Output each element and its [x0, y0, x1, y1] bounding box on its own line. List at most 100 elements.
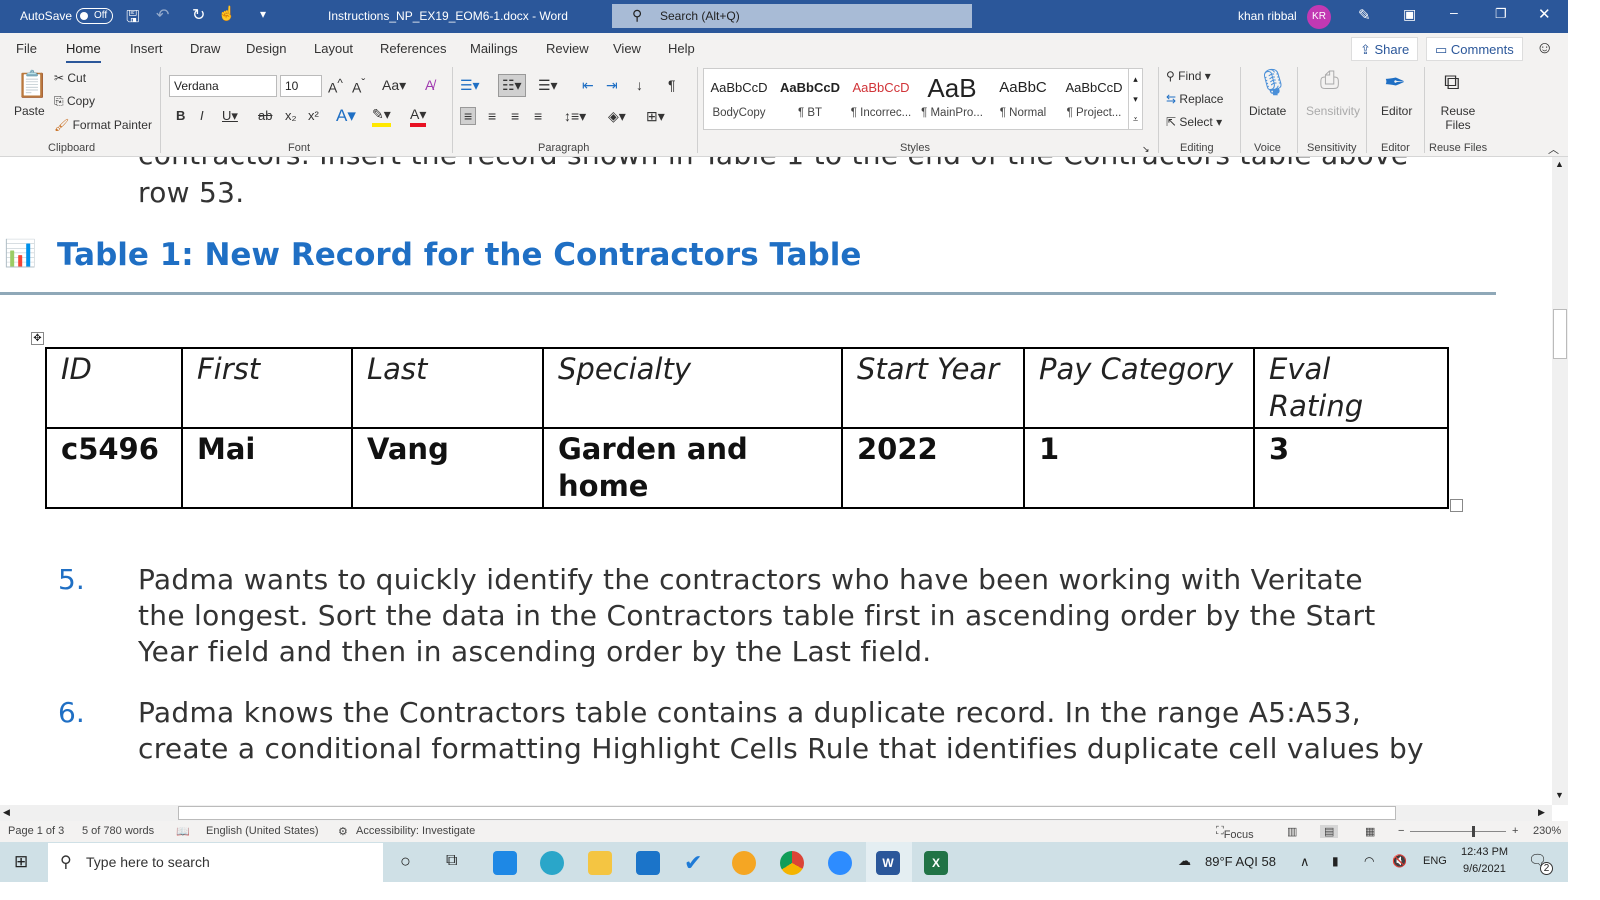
vertical-scrollbar[interactable]: ▲ ▼	[1552, 157, 1568, 805]
zoom-out-icon[interactable]: −	[1398, 825, 1404, 837]
grow-font-icon[interactable]: A^	[328, 77, 343, 96]
tab-layout[interactable]: Layout	[314, 41, 353, 56]
style-bodycopy[interactable]: AaBbCcD BodyCopy	[704, 73, 774, 119]
input-language[interactable]: ENG	[1423, 855, 1447, 867]
bullets-icon[interactable]: ☰▾	[460, 77, 480, 94]
multilevel-list-icon[interactable]: ☰▾	[538, 77, 558, 94]
todo-icon[interactable]: ✔	[684, 851, 708, 875]
dictate-button[interactable]: Dictate	[1249, 104, 1286, 118]
page-count[interactable]: Page 1 of 3	[8, 825, 64, 837]
find-button[interactable]: ⚲ Find ▾	[1166, 69, 1211, 83]
wifi-icon[interactable]: ◠	[1364, 854, 1374, 868]
align-right-icon[interactable]: ≡	[511, 108, 519, 124]
numbering-icon[interactable]: ☷▾	[498, 74, 526, 97]
app-icon[interactable]	[732, 851, 756, 875]
text-effects-icon[interactable]: A▾	[336, 106, 356, 126]
table-cell[interactable]: 2022	[841, 427, 1025, 509]
scroll-left-icon[interactable]: ◀	[3, 807, 10, 818]
decrease-indent-icon[interactable]: ⇤	[582, 77, 594, 94]
style-project[interactable]: AaBbCcD ¶ Project...	[1059, 73, 1129, 119]
autosave-toggle[interactable]: Off	[76, 8, 113, 24]
bold-icon[interactable]: B	[176, 108, 185, 123]
reuse-files-icon[interactable]: ⧉	[1444, 69, 1460, 95]
tab-review[interactable]: Review	[546, 41, 589, 56]
zoom-level[interactable]: 230%	[1533, 825, 1561, 837]
excel-icon[interactable]: X	[924, 851, 948, 875]
font-name-select[interactable]: Verdana	[169, 75, 277, 97]
weather-text[interactable]: 89°F AQI 58	[1205, 854, 1276, 869]
mail-icon[interactable]	[636, 851, 660, 875]
search-box[interactable]: ⚲ Search (Alt+Q)	[612, 4, 972, 28]
copy-button[interactable]: ⎘ Copy	[54, 94, 95, 109]
word-icon[interactable]: W	[876, 851, 900, 875]
share-button[interactable]: ⇪ Share	[1351, 37, 1419, 61]
taskbar-search[interactable]: ⚲ Type here to search	[48, 843, 383, 882]
table-cell[interactable]: c5496	[45, 427, 183, 509]
proofing-icon[interactable]: 📖	[176, 825, 190, 838]
show-hidden-icons[interactable]: ∧	[1300, 854, 1310, 870]
volume-icon[interactable]: 🔇	[1392, 854, 1407, 868]
zoom-slider-thumb[interactable]	[1472, 826, 1475, 837]
borders-icon[interactable]: ⊞▾	[646, 108, 665, 125]
windows-start-icon[interactable]: ⊞	[14, 852, 28, 872]
close-icon[interactable]: ✕	[1538, 5, 1551, 23]
print-layout-icon[interactable]: ▤	[1320, 825, 1339, 838]
style-normal[interactable]: AaBbC ¶ Normal	[988, 73, 1058, 119]
subscript-icon[interactable]: x₂	[285, 108, 297, 123]
paste-button[interactable]: Paste	[14, 104, 45, 118]
tab-home[interactable]: Home	[66, 41, 101, 64]
font-color-icon[interactable]: A▾	[410, 106, 427, 127]
select-button[interactable]: ⇱ Select ▾	[1166, 115, 1222, 129]
zoom-app-icon[interactable]	[828, 851, 852, 875]
chrome-icon[interactable]	[780, 851, 804, 875]
word-count[interactable]: 5 of 780 words	[82, 825, 154, 837]
paste-icon[interactable]: 📋	[16, 69, 48, 100]
comments-button[interactable]: ▭ Comments	[1426, 37, 1523, 61]
shrink-font-icon[interactable]: Aˇ	[352, 77, 365, 96]
table-cell[interactable]: Garden and home	[542, 427, 843, 509]
touch-mode-icon[interactable]: ☝	[218, 5, 235, 22]
tab-insert[interactable]: Insert	[130, 41, 163, 56]
font-size-select[interactable]: 10	[280, 75, 322, 97]
editor-button[interactable]: Editor	[1381, 104, 1412, 118]
tab-file[interactable]: File	[16, 41, 37, 56]
table-resize-handle[interactable]	[1450, 499, 1463, 512]
avatar[interactable]: KR	[1307, 5, 1331, 29]
strikethrough-icon[interactable]: ab	[258, 108, 272, 123]
scroll-down-icon[interactable]: ▼	[1555, 790, 1564, 800]
language[interactable]: English (United States)	[206, 825, 319, 837]
collapse-ribbon-icon[interactable]: ︿	[1548, 141, 1559, 157]
save-icon[interactable]: 🖫	[126, 6, 140, 33]
pen-icon[interactable]: ✎	[1358, 6, 1371, 24]
clock-date[interactable]: 9/6/2021	[1463, 863, 1506, 875]
zoom-slider[interactable]	[1410, 826, 1506, 837]
styles-scroll[interactable]: ▴ ▾ ⩡	[1128, 69, 1142, 129]
file-explorer-icon[interactable]	[588, 851, 612, 875]
sort-icon[interactable]: ↓	[636, 77, 643, 93]
minimize-icon[interactable]: –	[1450, 4, 1458, 20]
tab-mailings[interactable]: Mailings	[470, 41, 518, 56]
read-mode-icon[interactable]: ▥	[1287, 825, 1297, 838]
scroll-thumb[interactable]	[178, 806, 1396, 820]
tab-design[interactable]: Design	[246, 41, 286, 56]
redo-icon[interactable]: ↻	[192, 5, 205, 25]
feedback-smiley-icon[interactable]: ☺	[1536, 38, 1553, 58]
style-bt[interactable]: AaBbCcD ¶ BT	[775, 73, 845, 119]
change-case-icon[interactable]: Aa▾	[382, 77, 406, 94]
scroll-thumb[interactable]	[1553, 309, 1567, 359]
undo-icon[interactable]: ↶	[156, 5, 169, 25]
style-mainpro[interactable]: AaB ¶ MainPro...	[917, 73, 987, 119]
zoom-in-icon[interactable]: +	[1512, 825, 1518, 837]
ribbon-display-icon[interactable]: ▣	[1403, 6, 1416, 23]
tab-references[interactable]: References	[380, 41, 446, 56]
microphone-icon[interactable]: 🎙	[1256, 67, 1289, 98]
align-left-icon[interactable]: ≡	[460, 107, 477, 125]
scroll-right-icon[interactable]: ▶	[1538, 807, 1545, 818]
styles-launcher-icon[interactable]: ↘	[1142, 144, 1150, 155]
align-center-icon[interactable]: ≡	[488, 108, 496, 124]
cut-button[interactable]: ✂ Cut	[54, 71, 86, 85]
whatsapp-icon[interactable]	[493, 851, 517, 875]
accessibility-status[interactable]: Accessibility: Investigate	[356, 825, 475, 837]
increase-indent-icon[interactable]: ⇥	[606, 77, 618, 94]
horizontal-scrollbar[interactable]: ◀ ▶	[0, 805, 1552, 821]
